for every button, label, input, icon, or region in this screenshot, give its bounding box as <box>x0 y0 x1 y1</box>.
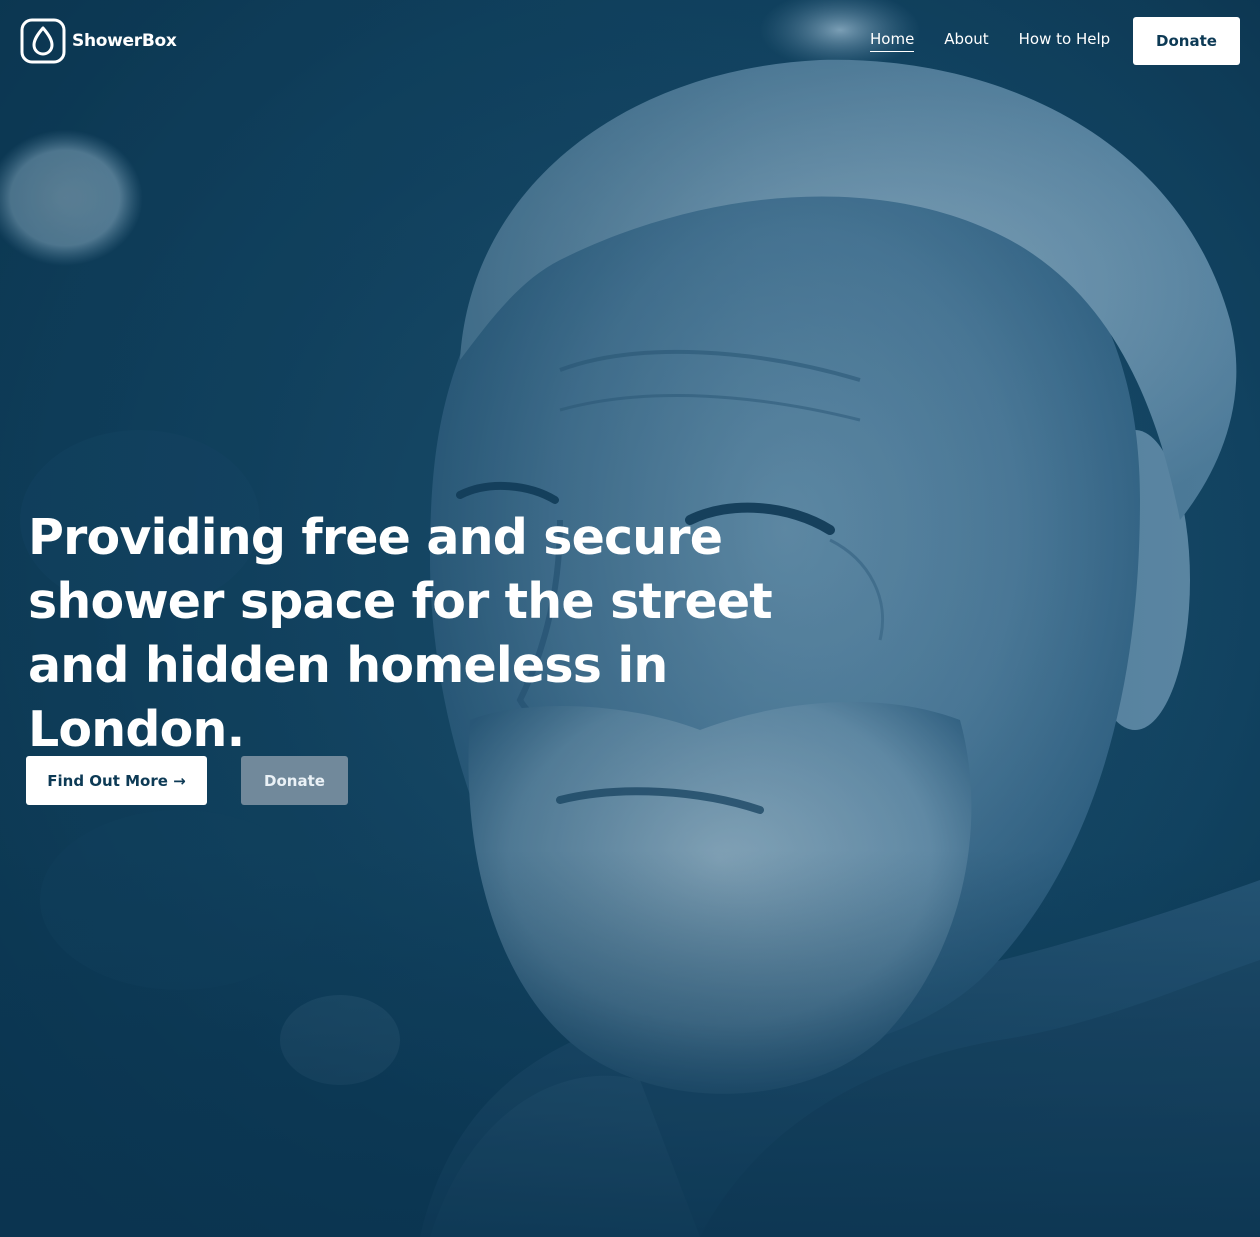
hero-donate-button[interactable]: Donate <box>241 756 348 805</box>
find-out-more-button[interactable]: Find Out More → <box>26 756 207 805</box>
nav-donate-button[interactable]: Donate <box>1133 17 1240 65</box>
hero-headline: Providing free and secure shower space f… <box>28 509 773 758</box>
nav-link-about[interactable]: About <box>944 30 988 52</box>
water-drop-icon <box>20 18 66 64</box>
navbar: ShowerBox Home About How to Help Donate <box>0 0 1260 84</box>
brand-logo-link[interactable]: ShowerBox <box>20 18 177 64</box>
main-nav: Home About How to Help <box>870 30 1140 52</box>
nav-link-how-to-help[interactable]: How to Help <box>1019 30 1111 52</box>
hero-section: ShowerBox Home About How to Help Donate … <box>0 0 1260 1237</box>
brand-name: ShowerBox <box>72 31 177 51</box>
nav-link-home[interactable]: Home <box>870 30 915 52</box>
